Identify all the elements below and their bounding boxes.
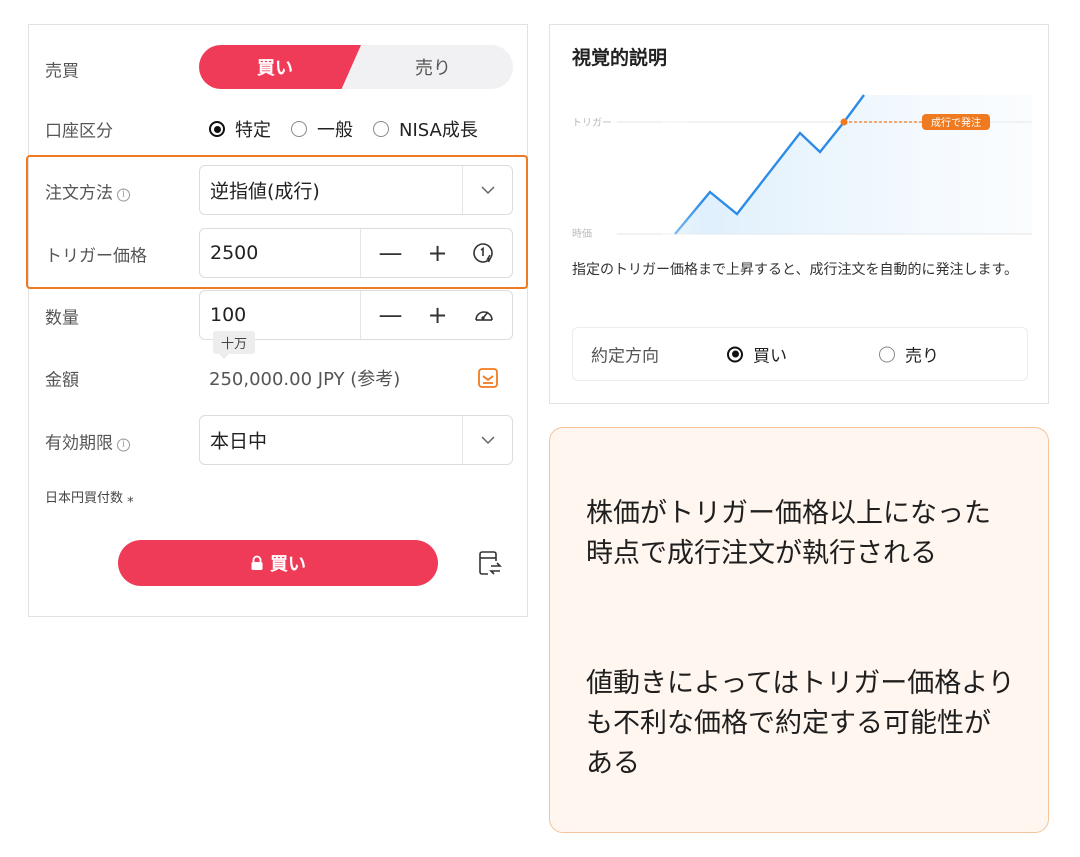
account-label: 口座区分 [45,121,113,142]
radio-empty-icon [879,346,895,362]
increment-button[interactable]: + [423,303,453,327]
buy-submit-label: 買い [270,554,306,575]
direction-option-buy[interactable]: 買い [727,342,787,367]
direction-option-label: 売り [905,346,939,367]
quantity-value: 100 [210,304,247,326]
visual-explanation-panel: 視覚的説明 成行で発注 トリガー 時価 指定のトリガー価格まで上昇すると、成行注… [549,24,1049,404]
trigger-point [840,118,848,126]
explanation-note: 株価がトリガー価格以上になった時点で成行注文が執行される 値動きによってはトリガ… [549,427,1049,833]
trigger-price-input[interactable]: 2500 — + [199,228,513,278]
account-option-label: 一般 [317,120,353,141]
expiry-row: 有効期限 i 本日中 [29,415,527,467]
market-order-badge: 成行で発注 [931,116,981,129]
order-type-label-text: 注文方法 [45,183,113,204]
switch-order-icon[interactable] [477,549,503,577]
radio-selected-icon [209,121,225,137]
expiry-select[interactable]: 本日中 [199,415,513,465]
radio-empty-icon [291,121,307,137]
side-toggle: 買い 売り [199,45,513,89]
order-panel: 売買 買い 売り 口座区分 特定 一般 NISA成長 注文方法 i 逆指値(成行) [26,24,528,617]
account-option-label: NISA成長 [399,120,478,141]
trigger-price-label: トリガー価格 [45,246,147,267]
visual-explanation-description: 指定のトリガー価格まで上昇すると、成行注文を自動的に発注します。 [572,262,1019,278]
direction-option-label: 買い [753,346,787,367]
order-type-label: 注文方法 i [45,179,130,204]
account-radio-group: 特定 一般 NISA成長 [209,116,478,142]
radio-selected-icon [727,346,743,362]
order-type-row: 注文方法 i 逆指値(成行) [29,165,527,217]
visual-explanation-title: 視覚的説明 [572,47,668,69]
gauge-icon[interactable] [470,301,498,329]
direction-option-sell[interactable]: 売り [879,342,939,367]
decrement-button[interactable]: — [376,241,406,265]
decrement-button[interactable]: — [376,303,406,327]
trigger-illustration: 成行で発注 トリガー 時価 [572,85,1032,245]
amount-value: 250,000.00 JPY (参考) [209,369,401,390]
sell-toggle-button[interactable]: 売り [353,45,513,89]
account-option-ippan[interactable]: 一般 [291,116,353,142]
trigger-price-value: 2500 [210,242,259,264]
increment-button[interactable]: + [423,241,453,265]
jpy-shares-label: 日本円買付数 ⁎ [45,491,134,506]
chevron-down-icon[interactable] [462,166,512,214]
fill-direction-label: 約定方向 [591,346,659,367]
amount-row: 金額 250,000.00 JPY (参考) [29,352,527,404]
fill-direction-box: 約定方向 買い 売り [572,327,1028,381]
account-row: 口座区分 特定 一般 NISA成長 [29,103,527,155]
radio-empty-icon [373,121,389,137]
buy-toggle-button[interactable]: 買い [199,45,361,89]
quantity-stepper: — + [360,291,512,339]
order-type-value: 逆指値(成行) [210,180,320,203]
clock-lightning-icon[interactable] [470,239,498,267]
expiry-label: 有効期限 i [45,429,130,454]
chevron-down-icon[interactable] [462,416,512,464]
receipt-icon[interactable] [477,367,499,389]
trigger-price-row: トリガー価格 2500 — + [29,228,527,280]
account-option-nisa[interactable]: NISA成長 [373,116,478,142]
side-label: 売買 [45,61,79,82]
quantity-row: 数量 100 — + [29,290,527,342]
order-type-select[interactable]: 逆指値(成行) [199,165,513,215]
time-axis-label: 時価 [572,227,592,240]
expiry-label-text: 有効期限 [45,433,113,454]
note-paragraph-2: 値動きによってはトリガー価格よりも不利な価格で約定する可能性がある [586,668,1015,779]
trigger-axis-label: トリガー [572,117,612,129]
info-icon[interactable]: i [117,188,130,202]
buy-submit-button[interactable]: 買い [118,540,438,586]
account-option-label: 特定 [235,120,271,141]
quantity-unit-tooltip: 十万 [213,331,256,359]
expiry-value: 本日中 [210,430,268,453]
quantity-label: 数量 [45,308,79,329]
trigger-price-stepper: — + [360,229,512,277]
note-paragraph-1: 株価がトリガー価格以上になった時点で成行注文が執行される [586,498,991,569]
lock-icon [251,555,263,570]
amount-label: 金額 [45,370,79,391]
info-icon[interactable]: i [117,438,130,452]
account-option-tokutei[interactable]: 特定 [209,116,271,142]
